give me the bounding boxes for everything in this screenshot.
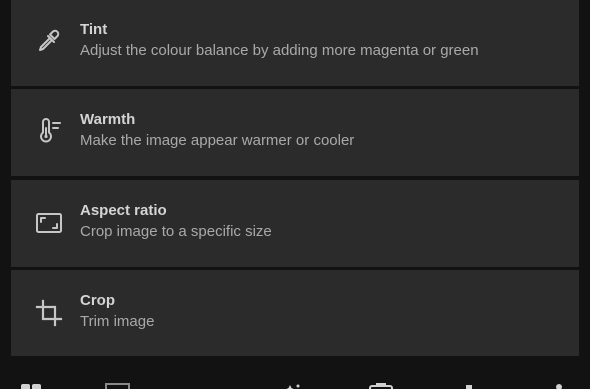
tools-icon[interactable] bbox=[368, 383, 394, 389]
markup-icon[interactable] bbox=[456, 383, 482, 389]
tool-item-tint[interactable]: Tint Adjust the colour balance by adding… bbox=[11, 0, 579, 86]
tool-subtitle: Trim image bbox=[80, 313, 155, 330]
tool-title: Aspect ratio bbox=[80, 202, 167, 219]
tool-item-aspect-ratio[interactable]: Aspect ratio Crop image to a specific si… bbox=[11, 180, 579, 267]
tool-title: Warmth bbox=[80, 111, 136, 128]
tool-subtitle: Crop image to a specific size bbox=[80, 223, 272, 240]
adjust-icon[interactable] bbox=[280, 383, 304, 389]
tool-item-crop[interactable]: Crop Trim image bbox=[11, 270, 579, 356]
tool-subtitle: Adjust the colour balance by adding more… bbox=[80, 42, 479, 59]
more-icon[interactable] bbox=[546, 383, 572, 389]
suggestions-icon[interactable] bbox=[20, 383, 44, 389]
crop-icon bbox=[34, 298, 64, 328]
eyedropper-icon bbox=[34, 26, 64, 56]
tool-item-warmth[interactable]: Warmth Make the image appear warmer or c… bbox=[11, 89, 579, 176]
bottom-navigation-bar bbox=[0, 364, 590, 389]
tool-subtitle: Make the image appear warmer or cooler bbox=[80, 132, 355, 149]
tool-title: Tint bbox=[80, 21, 108, 38]
thermometer-icon bbox=[34, 116, 64, 146]
aspect-ratio-icon bbox=[34, 208, 64, 238]
crop-tool-icon[interactable] bbox=[105, 383, 131, 389]
tool-title: Crop bbox=[80, 292, 115, 309]
